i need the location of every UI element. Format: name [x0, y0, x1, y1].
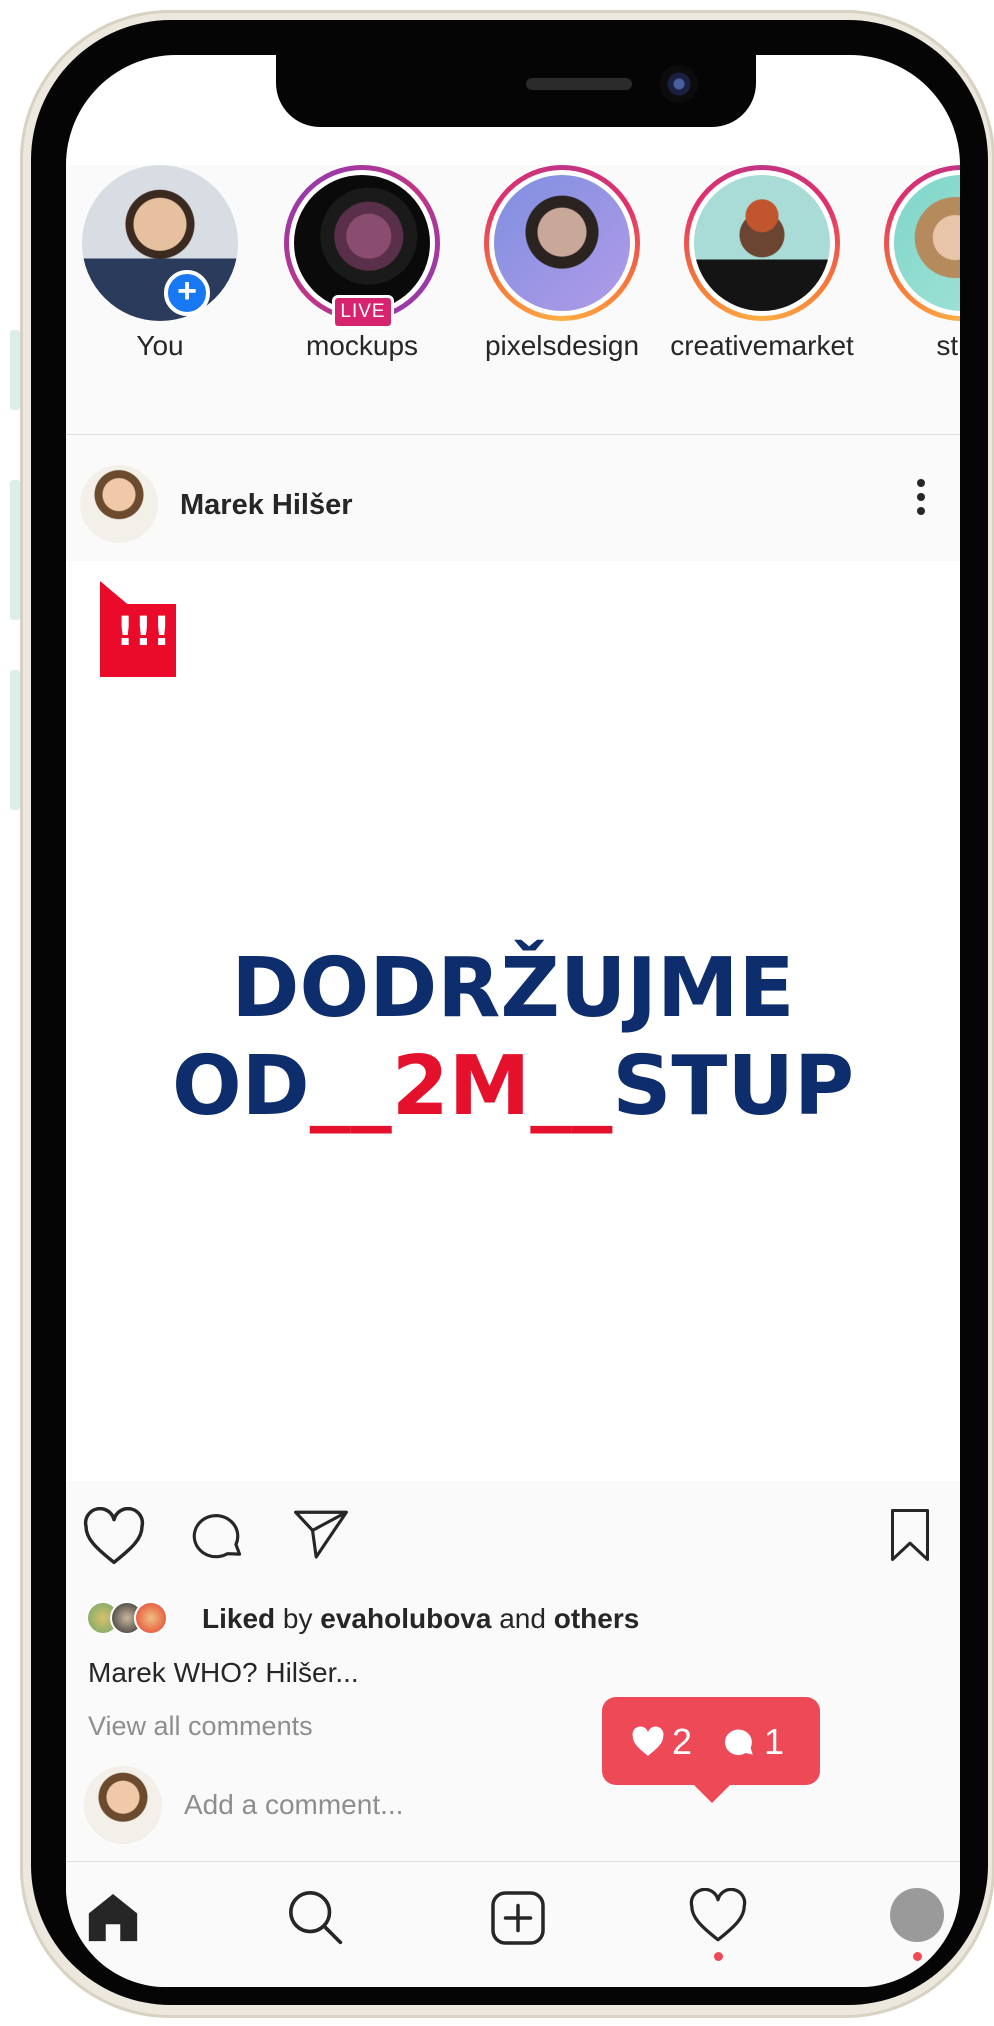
- story-label: stuc: [936, 330, 960, 361]
- notif-likes-count: 2: [672, 1721, 693, 1762]
- story-label: You: [136, 330, 184, 361]
- profile-icon[interactable]: [890, 1888, 944, 1942]
- stories-bar: + You LIVE mockups pixelsdesign creative…: [66, 165, 960, 435]
- slogan-part: STUP: [612, 1039, 855, 1134]
- story-ring: [484, 165, 640, 321]
- front-camera: [660, 65, 698, 103]
- notif-comments-count: 1: [764, 1721, 785, 1762]
- comment-icon[interactable]: [190, 1507, 248, 1565]
- likes-others[interactable]: others: [554, 1603, 640, 1634]
- avatar[interactable]: [80, 465, 158, 543]
- post-image[interactable]: !!! DODRŽUJME OD__2M__STUP: [66, 561, 960, 1481]
- avatar: [82, 165, 238, 321]
- notif-likes: 2: [630, 1721, 692, 1763]
- bottom-nav: [66, 1861, 960, 1987]
- phone-side-button: [10, 670, 20, 810]
- likes-text[interactable]: Liked by evaholubova and others: [202, 1603, 639, 1635]
- speaker: [526, 78, 632, 90]
- bookmark-icon[interactable]: [888, 1507, 932, 1563]
- avatar: [134, 1601, 168, 1635]
- likes-user[interactable]: evaholubova: [320, 1603, 491, 1634]
- post-actions: Liked by evaholubova and others Marek WH…: [66, 1481, 960, 1861]
- heart-icon[interactable]: [82, 1507, 146, 1567]
- likes-liked: Liked: [202, 1603, 276, 1634]
- story-label: pixelsdesign: [484, 330, 640, 361]
- post-author[interactable]: Marek Hilšer: [180, 489, 353, 522]
- more-icon[interactable]: [906, 473, 936, 533]
- story-ring: [82, 165, 238, 321]
- activity-notification-bubble[interactable]: 2 1: [602, 1697, 820, 1803]
- profile-indicator-dot: [913, 1952, 922, 1961]
- story-pixelsdesign[interactable]: pixelsdesign: [448, 165, 648, 425]
- slogan-part: OD: [171, 1039, 310, 1134]
- story-you[interactable]: + You: [66, 165, 246, 425]
- story-mockups[interactable]: LIVE mockups: [248, 165, 448, 425]
- phone-side-button: [10, 480, 20, 620]
- story-stuc[interactable]: stuc: [848, 165, 960, 425]
- home-icon[interactable]: [84, 1888, 142, 1946]
- notch: [276, 55, 756, 127]
- post-caption: Marek WHO? Hilšer...: [88, 1657, 359, 1688]
- comment-icon: [724, 1729, 753, 1756]
- likes-by: by: [282, 1603, 313, 1634]
- avatar: [894, 175, 960, 311]
- app-screen: + You LIVE mockups pixelsdesign creative…: [66, 55, 960, 1987]
- send-icon[interactable]: [292, 1507, 350, 1561]
- story-ring: [884, 165, 960, 321]
- slogan-red-part: __2M__: [309, 1039, 613, 1134]
- story-creativemarket[interactable]: creativemarket: [648, 165, 854, 425]
- story-ring: [684, 165, 840, 321]
- avatar: [84, 1766, 162, 1844]
- activity-heart-icon[interactable]: [688, 1888, 748, 1944]
- avatar: [694, 175, 830, 311]
- live-badge: LIVE: [332, 295, 394, 329]
- heart-icon: [632, 1726, 664, 1756]
- new-post-icon[interactable]: [488, 1888, 548, 1948]
- comment-input[interactable]: [184, 1781, 644, 1829]
- avatar: [294, 175, 430, 311]
- post-header: Marek Hilšer: [66, 435, 960, 561]
- notif-comments: 1: [722, 1721, 784, 1763]
- slogan-line-1: DODRŽUJME: [231, 941, 795, 1036]
- search-icon[interactable]: [286, 1888, 344, 1946]
- activity-indicator-dot: [714, 1952, 723, 1961]
- view-comments-link[interactable]: View all comments: [88, 1711, 313, 1742]
- story-label: creativemarket: [670, 330, 854, 361]
- phone-side-button: [10, 330, 20, 410]
- avatar: [494, 175, 630, 311]
- story-label: mockups: [305, 330, 419, 361]
- add-icon[interactable]: +: [164, 270, 210, 316]
- slogan-line-2: OD__2M__STUP: [66, 1039, 960, 1134]
- likes-and: and: [499, 1603, 546, 1634]
- liker-avatars: [86, 1599, 186, 1639]
- flag-logo-text: !!!: [116, 609, 171, 655]
